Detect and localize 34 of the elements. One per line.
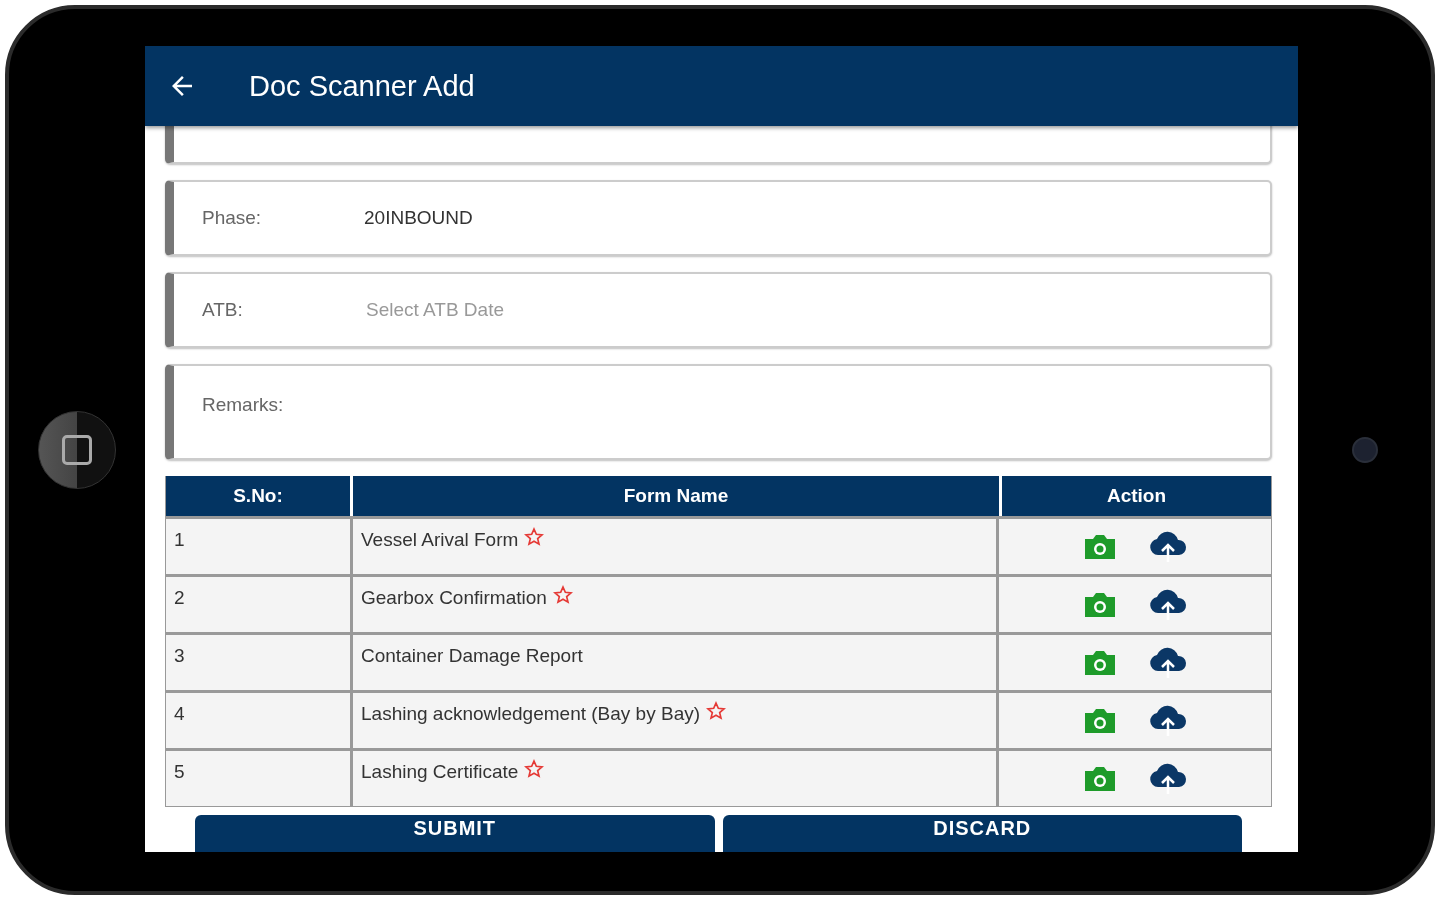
submit-button[interactable]: SUBMIT	[195, 815, 715, 852]
field-label: Remarks:	[202, 394, 285, 416]
table-cell: 4	[166, 690, 350, 748]
table-cell: 2	[166, 574, 350, 632]
form-name: Vessel Arival Form	[361, 529, 519, 551]
camera-icon[interactable]	[1082, 532, 1118, 561]
form-name: Lashing Certificate	[361, 761, 519, 783]
discard-button[interactable]: DISCARD	[722, 815, 1242, 852]
form-name: Lashing acknowledgement (Bay by Bay)	[361, 703, 701, 725]
table-cell: 1	[166, 516, 350, 574]
camera-icon[interactable]	[1082, 648, 1118, 677]
cloud-upload-icon[interactable]	[1148, 762, 1188, 795]
screen-title: Doc Scanner Add	[249, 69, 475, 103]
cloud-upload-icon[interactable]	[1148, 588, 1188, 621]
column-header: S.No:	[166, 476, 350, 516]
camera-icon[interactable]	[1082, 706, 1118, 735]
cloud-upload-icon[interactable]	[1148, 704, 1188, 737]
camera-lens	[1351, 437, 1378, 463]
camera-icon[interactable]	[1082, 590, 1118, 619]
column-header: Form Name	[353, 476, 999, 516]
column-header: Action	[1002, 476, 1271, 516]
cloud-upload-icon[interactable]	[1148, 646, 1188, 679]
field-label: Phase:	[202, 207, 263, 229]
cloud-upload-icon[interactable]	[1148, 530, 1188, 563]
table-cell: 3	[166, 632, 350, 690]
date-field[interactable]: ATB: Select ATB Date	[165, 272, 1272, 348]
camera-icon[interactable]	[1082, 764, 1118, 793]
date-input[interactable]: Select ATB Date	[364, 298, 1250, 322]
form-name: Gearbox Confirmation	[361, 587, 547, 609]
form-name: Container Damage Report	[361, 645, 583, 667]
field-value: 20INBOUND	[364, 207, 473, 229]
field-label: ATB:	[202, 299, 244, 321]
table-cell: 5	[166, 748, 350, 806]
remarks-field[interactable]: Remarks:	[165, 364, 1272, 460]
